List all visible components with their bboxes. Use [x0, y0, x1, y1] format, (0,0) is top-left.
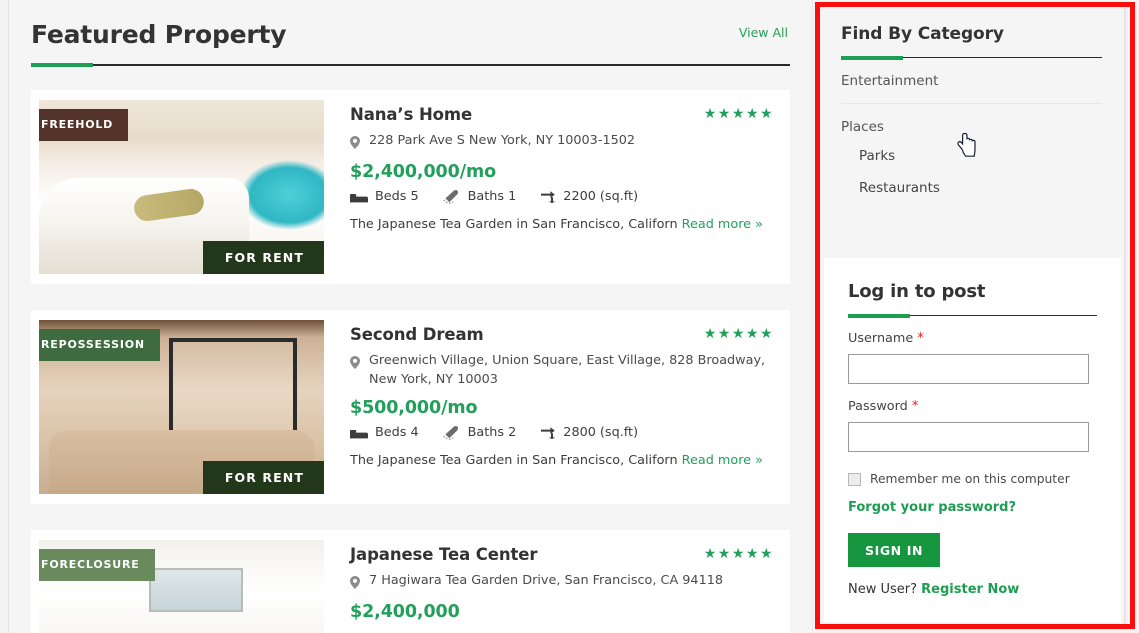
property-details: Second Dream ★★★★★ Greenwich Village, Un…	[324, 310, 790, 504]
property-price: $2,400,000/mo	[350, 162, 497, 182]
page-title: Featured Property	[31, 20, 287, 49]
property-beds: Beds 5	[350, 189, 419, 204]
property-area-label: 2200 (sq.ft)	[563, 189, 639, 204]
view-all-link[interactable]: View All	[739, 25, 788, 40]
remember-me-checkbox[interactable]	[848, 472, 861, 486]
property-price: $500,000/mo	[350, 398, 478, 418]
property-thumbnail[interactable]: FORECLOSURE	[39, 540, 324, 633]
category-item-label: Restaurants	[859, 180, 940, 196]
register-now-link[interactable]: Register Now	[921, 582, 1019, 597]
location-pin-icon	[350, 131, 364, 153]
sign-in-button[interactable]: SIGN IN	[848, 533, 940, 567]
read-more-link[interactable]: Read more »	[682, 217, 763, 232]
section-header: Featured Property View All	[9, 0, 812, 52]
property-address-row: 228 Park Ave S New York, NY 10003-1502	[350, 131, 774, 153]
property-rating-stars: ★★★★★	[703, 326, 774, 342]
property-card[interactable]: FREEHOLD FOR RENT Nana’s Home ★★★★★ 228 …	[31, 90, 790, 284]
property-address: 228 Park Ave S New York, NY 10003-1502	[369, 133, 636, 148]
property-rating-stars: ★★★★★	[703, 546, 774, 562]
shower-icon	[443, 425, 461, 440]
property-area-label: 2800 (sq.ft)	[563, 425, 639, 440]
shower-icon	[443, 189, 461, 204]
right-sidebar: Find By Category Entertainment Places Pa…	[818, 5, 1125, 626]
password-label-text: Password	[848, 399, 908, 414]
property-address: 7 Hagiwara Tea Garden Drive, San Francis…	[369, 573, 723, 588]
location-pin-icon	[350, 571, 364, 593]
area-resize-icon	[540, 190, 556, 203]
username-label-text: Username	[848, 331, 914, 346]
password-input[interactable]	[848, 422, 1089, 452]
property-meta-row: Beds 5 Baths 1 2200 (sq.ft)	[350, 189, 774, 204]
property-baths-label: Baths 1	[467, 189, 517, 204]
location-pin-icon	[350, 351, 364, 389]
login-widget-title: Log in to post	[848, 281, 986, 302]
new-user-row: New User? Register Now	[848, 581, 1097, 599]
bed-icon	[350, 426, 368, 439]
property-description-text: The Japanese Tea Garden in San Francisco…	[350, 453, 678, 468]
property-status-badge: FOR RENT	[202, 461, 324, 494]
property-address-row: Greenwich Village, Union Square, East Vi…	[350, 351, 774, 389]
required-asterisk: *	[917, 331, 924, 346]
property-rating-stars: ★★★★★	[703, 106, 774, 122]
property-tenure-ribbon: REPOSSESSION	[39, 329, 160, 361]
property-baths: Baths 1	[443, 189, 517, 204]
password-label: Password *	[848, 398, 1097, 416]
section-divider	[31, 63, 790, 67]
property-tenure-ribbon: FREEHOLD	[39, 109, 129, 154]
category-item-label: Parks	[859, 148, 896, 164]
remember-me-row[interactable]: Remember me on this computer	[848, 471, 1097, 487]
property-area: 2200 (sq.ft)	[540, 189, 638, 204]
property-area: 2800 (sq.ft)	[540, 425, 638, 440]
property-meta-row: Beds 4 Baths 2 2800 (sq.ft)	[350, 425, 774, 440]
category-item-label: Places	[841, 119, 884, 135]
username-input[interactable]	[848, 354, 1089, 384]
property-description: The Japanese Tea Garden in San Francisco…	[350, 215, 774, 234]
page-root: Featured Property View All FREEHOLD FOR …	[0, 0, 1139, 633]
forgot-password-link[interactable]: Forgot your password?	[848, 500, 1016, 515]
pointing-hand-cursor	[956, 132, 980, 166]
property-price: $2,400,000	[350, 602, 460, 622]
login-widget-divider	[848, 313, 1097, 318]
property-beds-label: Beds 4	[375, 425, 419, 440]
category-item-restaurants[interactable]: Restaurants	[841, 172, 1102, 204]
property-baths: Baths 2	[443, 425, 517, 440]
featured-property-section: Featured Property View All FREEHOLD FOR …	[8, 0, 813, 633]
property-card[interactable]: REPOSSESSION FOR RENT Second Dream ★★★★★…	[31, 310, 790, 504]
category-item-entertainment[interactable]: Entertainment	[841, 58, 1102, 104]
category-list: Entertainment Places Parks Restaurants	[841, 58, 1102, 204]
property-description-text: The Japanese Tea Garden in San Francisco…	[350, 217, 678, 232]
category-widget-title: Find By Category	[841, 24, 1004, 44]
property-tenure-ribbon: FORECLOSURE	[39, 549, 155, 581]
property-baths-label: Baths 2	[467, 425, 517, 440]
property-beds-label: Beds 5	[375, 189, 419, 204]
property-list: FREEHOLD FOR RENT Nana’s Home ★★★★★ 228 …	[9, 66, 812, 633]
remember-me-label: Remember me on this computer	[870, 472, 1070, 486]
category-widget-divider	[841, 55, 1102, 60]
property-details: Japanese Tea Center ★★★★★ 7 Hagiwara Tea…	[324, 530, 790, 633]
find-by-category-widget: Find By Category Entertainment Places Pa…	[819, 6, 1124, 204]
property-thumbnail[interactable]: FREEHOLD FOR RENT	[39, 100, 324, 274]
property-beds: Beds 4	[350, 425, 419, 440]
new-user-prefix: New User?	[848, 582, 918, 597]
property-thumbnail[interactable]: REPOSSESSION FOR RENT	[39, 320, 324, 494]
property-card[interactable]: FORECLOSURE Japanese Tea Center ★★★★★ 7 …	[31, 530, 790, 633]
login-widget: Log in to post Username * Password * Rem…	[824, 258, 1121, 622]
area-resize-icon	[540, 426, 556, 439]
required-asterisk: *	[911, 399, 919, 414]
property-details: Nana’s Home ★★★★★ 228 Park Ave S New Yor…	[324, 90, 790, 284]
read-more-link[interactable]: Read more »	[682, 453, 763, 468]
category-item-label: Entertainment	[841, 73, 939, 89]
property-address-row: 7 Hagiwara Tea Garden Drive, San Francis…	[350, 571, 774, 593]
property-status-badge: FOR RENT	[202, 241, 324, 274]
property-description: The Japanese Tea Garden in San Francisco…	[350, 451, 774, 470]
bed-icon	[350, 190, 368, 203]
username-label: Username *	[848, 330, 1097, 348]
property-address: Greenwich Village, Union Square, East Vi…	[369, 353, 766, 387]
